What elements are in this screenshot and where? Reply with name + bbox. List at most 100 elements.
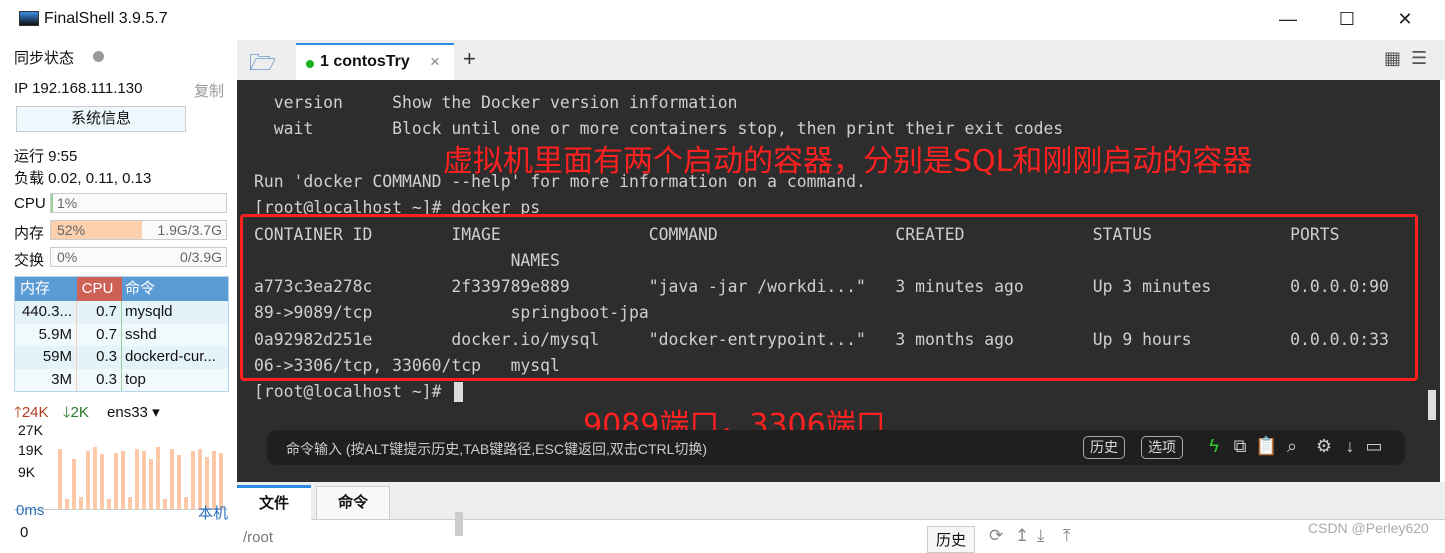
process-cell: 0.7 (77, 323, 122, 346)
process-row[interactable]: 5.9M 0.7 sshd (15, 323, 228, 346)
copy-icon[interactable]: ⧉ (1229, 436, 1251, 457)
interface-select[interactable]: ens33 (107, 404, 148, 421)
arrow-down-icon[interactable]: ↓ (1339, 436, 1361, 457)
uptime: 运行 9:55 (14, 148, 78, 165)
title-bar: FinalShell 3.9.5.7 — ☐ ✕ (0, 0, 1445, 38)
chart-bar (100, 454, 104, 509)
process-cell: 0.7 (77, 301, 122, 324)
chart-bar (149, 459, 153, 509)
folder-icon[interactable]: 🗁 (249, 46, 276, 84)
swap-label: 交换 (14, 252, 45, 269)
chart-bar (135, 449, 139, 509)
download-file-icon[interactable]: ⤓ (1037, 526, 1045, 546)
process-row[interactable]: 3M 0.3 top (15, 368, 228, 391)
column-command[interactable]: 命令 (122, 277, 228, 301)
column-memory[interactable]: 内存 (15, 277, 77, 301)
process-cell: 3M (15, 368, 77, 391)
layout-icon[interactable]: ▦ (1384, 48, 1401, 69)
process-cell: 440.3... (15, 301, 77, 324)
process-cell: dockerd-cur... (125, 348, 216, 365)
terminal-line: version Show the Docker version informat… (254, 93, 738, 112)
close-button[interactable]: ✕ (1390, 6, 1420, 32)
tab-commands[interactable]: 命令 (316, 486, 390, 520)
swap-usage-bar: 0% 0/3.9G (50, 247, 227, 267)
chart-bar (79, 497, 83, 509)
command-input-bar[interactable]: 命令输入 (按ALT键提示历史,TAB键路径,ESC键返回,双击CTRL切换) … (267, 430, 1405, 465)
chart-bar (184, 497, 188, 509)
paste-icon[interactable]: 📋 (1255, 436, 1277, 457)
cpu-usage-bar: 1% (50, 193, 227, 213)
search-icon[interactable]: ⌕ (1281, 436, 1303, 457)
sync-status-icon (93, 51, 104, 62)
chart-bar (212, 451, 216, 509)
options-button[interactable]: 选项 (1141, 436, 1183, 459)
chart-bar (86, 451, 90, 509)
memory-usage-bar: 52% 1.9G/3.7G (50, 220, 227, 240)
command-input[interactable]: 命令输入 (按ALT键提示历史,TAB键路径,ESC键返回,双击CTRL切换) (286, 439, 707, 459)
annotation-text: 虚拟机里面有两个启动的容器，分别是SQL和刚刚启动的容器 (443, 144, 1253, 179)
connected-icon (306, 60, 314, 68)
menu-icon[interactable]: ☰ (1411, 48, 1427, 69)
history-button[interactable]: 历史 (1083, 436, 1125, 459)
process-table: 内存 CPU 命令 440.3... 0.7 mysqld 5.9M 0.7 sshd 59… (14, 276, 229, 392)
chart-bar (163, 499, 167, 509)
window-icon[interactable]: ▭ (1363, 436, 1385, 457)
system-info-button[interactable]: 系统信息 (16, 106, 186, 132)
lightning-icon[interactable]: ϟ (1203, 436, 1225, 457)
add-tab-button[interactable]: + (463, 46, 476, 72)
tick-label: 9K (18, 464, 36, 480)
terminal-line: [root@localhost ~]# (254, 382, 452, 402)
splitter-handle[interactable] (455, 512, 463, 536)
tick-label: 27K (18, 422, 43, 438)
swap-value: 0% (57, 249, 78, 265)
tab-session[interactable]: 1 contosTry × (296, 43, 454, 80)
ping-latency: 0ms (16, 502, 45, 519)
terminal-cursor (454, 382, 463, 403)
ip-address: IP 192.168.111.130 (14, 80, 143, 97)
memory-label: 内存 (14, 225, 45, 242)
sidebar: 同步状态 IP 192.168.111.130 复制 系统信息 运行 9:55 … (0, 38, 235, 545)
upload-speed: 24K (21, 404, 49, 421)
process-cell: sshd (125, 325, 157, 343)
path-field[interactable]: /root (243, 529, 273, 546)
watermark: CSDN @Perley620 (1308, 520, 1429, 536)
process-cell: 5.9M (15, 323, 77, 346)
upload-icon: 🡑 (14, 404, 22, 421)
copy-ip-link[interactable]: 复制 (194, 80, 224, 101)
up-dir-icon[interactable]: ↥ (1015, 526, 1029, 546)
column-cpu[interactable]: CPU (77, 277, 122, 301)
gear-icon[interactable]: ⚙ (1313, 436, 1335, 457)
terminal[interactable]: version Show the Docker version informat… (237, 80, 1440, 482)
chart-bar (170, 449, 174, 509)
chart-bar (58, 449, 62, 509)
maximize-button[interactable]: ☐ (1332, 6, 1362, 32)
dropdown-icon[interactable]: ▾ (148, 404, 160, 421)
download-icon: 🡓 (62, 404, 71, 421)
cpu-label: CPU (14, 195, 46, 212)
process-cell: mysqld (125, 303, 173, 320)
tab-files[interactable]: 文件 (237, 485, 311, 521)
ping-host[interactable]: 本机 (198, 502, 228, 523)
memory-detail: 1.9G/3.7G (157, 222, 222, 238)
process-cell: 59M (15, 346, 77, 369)
process-row[interactable]: 59M 0.3 dockerd-cur... (15, 346, 228, 369)
process-row[interactable]: 440.3... 0.7 mysqld (15, 301, 228, 324)
path-history-button[interactable]: 历史 (927, 526, 976, 553)
cpu-value: 1% (57, 195, 78, 211)
close-tab-icon[interactable]: × (430, 52, 440, 72)
network-chart: 27K 19K 9K (14, 422, 228, 510)
swap-detail: 0/3.9G (179, 249, 222, 265)
terminal-scrollbar[interactable] (1428, 390, 1436, 420)
refresh-icon[interactable]: ⟳ (989, 526, 1003, 546)
chart-bar (107, 499, 111, 509)
upload-file-icon[interactable]: ⤒ (1063, 526, 1071, 546)
annotation-box (240, 214, 1418, 381)
minimize-button[interactable]: — (1273, 6, 1303, 32)
chart-bar (114, 453, 118, 509)
tab-bar: 🗁 1 contosTry × + ▦ ☰ (237, 40, 1445, 80)
chart-bar (128, 497, 132, 509)
process-cell: top (125, 370, 146, 388)
chart-bar (191, 451, 195, 509)
chart-bar (65, 499, 69, 509)
load-average: 负载 0.02, 0.11, 0.13 (14, 170, 152, 187)
